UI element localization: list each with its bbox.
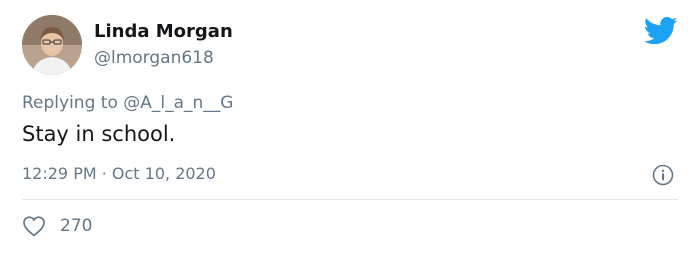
- like-count: 270: [60, 216, 93, 236]
- avatar-photo: [22, 15, 82, 75]
- author-handle[interactable]: @lmorgan618: [94, 47, 214, 69]
- replying-prefix: Replying to: [22, 93, 118, 113]
- divider: [22, 199, 678, 200]
- replying-mention-link[interactable]: @A_l_a_n__G: [123, 93, 233, 113]
- tweet-timestamp[interactable]: 12:29 PM · Oct 10, 2020: [22, 163, 216, 185]
- replying-to: Replying to @A_l_a_n__G: [22, 91, 233, 115]
- author-name[interactable]: Linda Morgan: [94, 21, 233, 43]
- heart-icon[interactable]: [22, 215, 46, 237]
- info-icon[interactable]: [652, 164, 674, 186]
- twitter-bird-icon[interactable]: [644, 16, 678, 46]
- like-action[interactable]: 270: [22, 214, 92, 238]
- avatar[interactable]: [22, 15, 82, 75]
- tweet-text: Stay in school.: [22, 122, 176, 146]
